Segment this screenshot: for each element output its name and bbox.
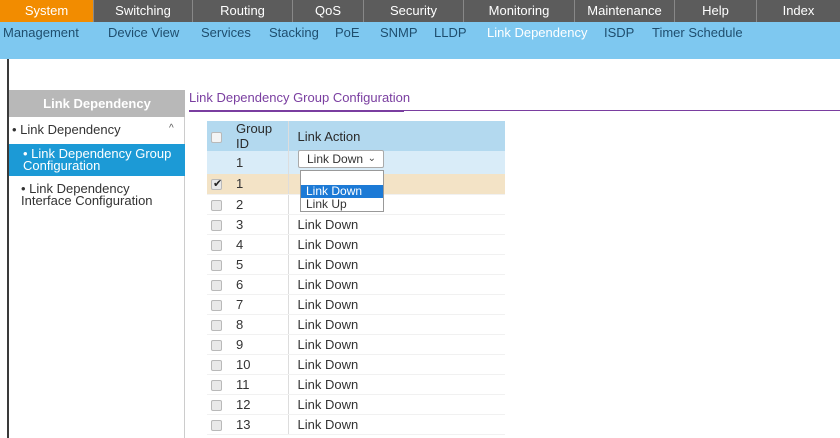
table-row[interactable]: 9 Link Down xyxy=(207,334,505,355)
dropdown-option-link-up[interactable]: Link Up xyxy=(301,198,383,211)
row-checkbox[interactable] xyxy=(211,319,222,331)
subnav-device-view[interactable]: Device View xyxy=(108,22,179,44)
subnav-snmp[interactable]: SNMP xyxy=(380,22,418,44)
column-header-group-id: Group ID xyxy=(226,121,289,151)
group-id-cell: 4 xyxy=(226,234,289,255)
sidebar-header: Link Dependency xyxy=(9,90,185,117)
tab-qos[interactable]: QoS xyxy=(293,0,364,22)
row-checkbox[interactable] xyxy=(211,199,222,211)
sidebar-group-link-dependency[interactable]: • Link Dependency xyxy=(12,122,121,137)
link-action-dropdown: Link Down Link Up xyxy=(300,170,384,212)
link-action-cell: Link Down xyxy=(288,414,505,435)
tab-switching[interactable]: Switching xyxy=(94,0,193,22)
title-underline xyxy=(189,110,404,112)
subnav-services[interactable]: Services xyxy=(201,22,251,44)
row-checkbox[interactable] xyxy=(211,339,222,351)
group-id-cell: 8 xyxy=(226,314,289,335)
subnav-management[interactable]: Management xyxy=(3,22,79,44)
page-title: Link Dependency Group Configuration xyxy=(189,90,411,105)
row-checkbox[interactable] xyxy=(211,219,222,231)
row-checkbox[interactable] xyxy=(211,419,222,431)
group-id-cell: 2 xyxy=(226,194,289,215)
sidebar-item-group-configuration[interactable]: • Link Dependency Group Configuration xyxy=(9,144,185,176)
link-action-cell: Link Down xyxy=(288,394,505,415)
link-action-cell: Link Down xyxy=(288,354,505,375)
tab-monitoring[interactable]: Monitoring xyxy=(464,0,575,22)
link-action-cell: Link Down xyxy=(288,294,505,315)
tab-system[interactable]: System xyxy=(0,0,94,22)
collapse-caret-icon[interactable]: ^ xyxy=(169,123,174,134)
tab-routing[interactable]: Routing xyxy=(193,0,293,22)
link-action-select-value: Link Down xyxy=(307,152,364,166)
group-id-cell: 10 xyxy=(226,354,289,375)
group-id-cell: 5 xyxy=(226,254,289,275)
table-row[interactable]: 13 Link Down xyxy=(207,414,505,435)
row-checkbox[interactable] xyxy=(211,259,222,271)
table-row[interactable]: 5 Link Down xyxy=(207,254,505,275)
row-checkbox[interactable] xyxy=(211,279,222,291)
group-id-cell: 3 xyxy=(226,214,289,235)
table-row[interactable]: 4 Link Down xyxy=(207,234,505,255)
table-row[interactable]: 10 Link Down xyxy=(207,354,505,375)
select-all-checkbox[interactable] xyxy=(211,131,222,143)
link-action-cell: Link Down xyxy=(288,334,505,355)
sidebar: Link Dependency • Link Dependency ^ • Li… xyxy=(9,90,185,438)
row-checkbox[interactable] xyxy=(211,239,222,251)
group-id-cell: 13 xyxy=(226,414,289,435)
row-checkbox[interactable] xyxy=(211,379,222,391)
table-row[interactable]: 7 Link Down xyxy=(207,294,505,315)
row-checkbox[interactable] xyxy=(211,359,222,371)
table-header-row: Group ID Link Action xyxy=(207,121,505,151)
subnav-isdp[interactable]: ISDP xyxy=(604,22,634,44)
link-action-cell: Link Down xyxy=(288,254,505,275)
group-id-cell: 6 xyxy=(226,274,289,295)
group-id-cell: 12 xyxy=(226,394,289,415)
top-navigation: System Switching Routing QoS Security Mo… xyxy=(0,0,840,22)
table-row[interactable]: 3 Link Down xyxy=(207,214,505,235)
link-action-cell: Link Down xyxy=(288,374,505,395)
group-id-cell: 9 xyxy=(226,334,289,355)
sidebar-item-interface-configuration[interactable]: • Link Dependency Interface Configuratio… xyxy=(21,182,181,207)
subnav-lldp[interactable]: LLDP xyxy=(434,22,467,44)
table-row[interactable]: 11 Link Down xyxy=(207,374,505,395)
subnav-stacking[interactable]: Stacking xyxy=(269,22,319,44)
subnav-poe[interactable]: PoE xyxy=(335,22,360,44)
table-row[interactable]: 6 Link Down xyxy=(207,274,505,295)
link-action-cell: Link Down xyxy=(288,314,505,335)
subnav-timer-schedule[interactable]: Timer Schedule xyxy=(652,22,743,44)
edit-group-id: 1 xyxy=(226,151,289,174)
group-id-cell: 1 xyxy=(226,174,289,195)
tab-maintenance[interactable]: Maintenance xyxy=(575,0,675,22)
group-config-table: Group ID Link Action 1 123Link Down4Link… xyxy=(207,121,505,435)
link-action-cell: Link Down xyxy=(288,274,505,295)
tab-help[interactable]: Help xyxy=(675,0,757,22)
group-id-cell: 7 xyxy=(226,294,289,315)
subnav-link-dependency[interactable]: Link Dependency xyxy=(487,22,587,44)
table-row[interactable]: 12 Link Down xyxy=(207,394,505,415)
tab-index[interactable]: Index xyxy=(757,0,840,22)
column-header-link-action: Link Action xyxy=(288,121,505,151)
link-action-cell: Link Down xyxy=(288,234,505,255)
row-checkbox[interactable] xyxy=(211,177,222,191)
group-id-cell: 11 xyxy=(226,374,289,395)
table-row[interactable]: 8 Link Down xyxy=(207,314,505,335)
row-checkbox[interactable] xyxy=(211,399,222,411)
sub-navigation: Management Device View Services Stacking… xyxy=(0,22,840,59)
link-action-select[interactable]: Link Down ⌄ xyxy=(298,150,384,168)
link-action-cell: Link Down xyxy=(288,214,505,235)
chevron-down-icon: ⌄ xyxy=(367,153,376,164)
row-checkbox[interactable] xyxy=(211,299,222,311)
tab-security[interactable]: Security xyxy=(364,0,464,22)
